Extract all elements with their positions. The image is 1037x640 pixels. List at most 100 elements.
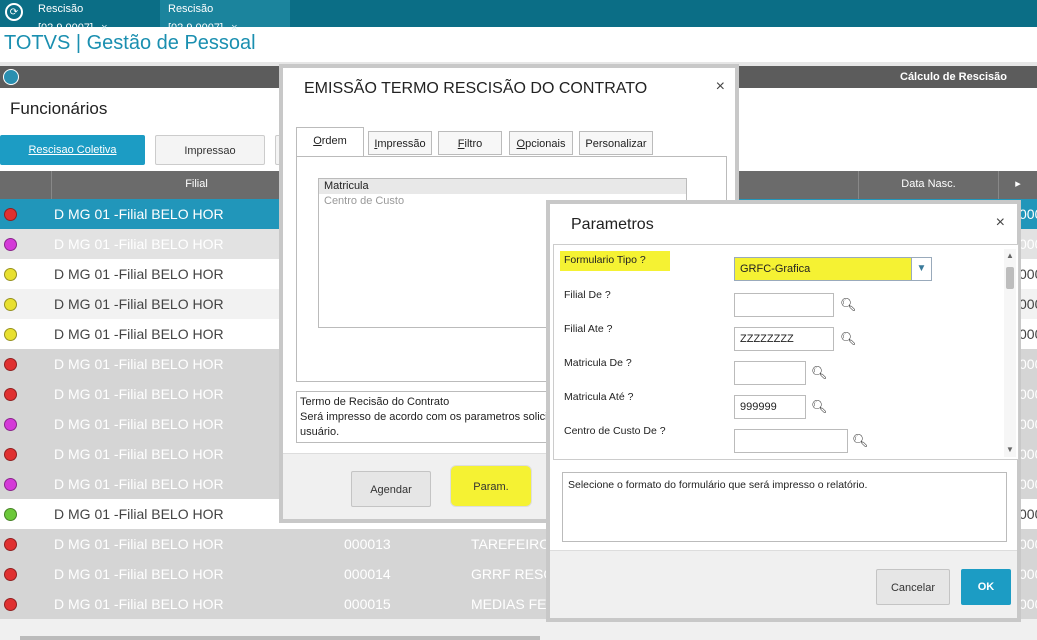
cell-data: 000 (1019, 416, 1037, 432)
matricula-de-input[interactable] (734, 361, 806, 385)
cell-data: 000 (1019, 206, 1037, 222)
cell-filial: D MG 01 -Filial BELO HOR (54, 536, 224, 552)
param-button[interactable]: Param. (450, 465, 532, 507)
close-icon[interactable]: × (716, 78, 725, 96)
formulario-tipo-select[interactable]: GRFC-Grafica ▼ (734, 257, 932, 281)
cell-data: 000 (1019, 596, 1037, 612)
horizontal-scrollbar[interactable] (20, 636, 540, 640)
cell-data: 000 (1019, 236, 1037, 252)
cell-filial: D MG 01 -Filial BELO HOR (54, 296, 224, 312)
search-icon[interactable]: 🔍︎ (840, 297, 857, 313)
column-header-data-nasc[interactable]: Data Nasc. (858, 171, 998, 199)
cell-data: 000 (1019, 536, 1037, 552)
tab-opcionais[interactable]: Opcionais (509, 131, 573, 155)
filial-ate-input[interactable]: ZZZZZZZZ (734, 327, 834, 351)
cell-filial: D MG 01 -Filial BELO HOR (54, 506, 224, 522)
matricula-ate-input[interactable]: 999999 (734, 395, 806, 419)
search-icon[interactable]: 🔍︎ (811, 399, 828, 415)
scroll-right-icon[interactable]: ▸ (998, 171, 1037, 199)
cell-descricao: TAREFEIRO (471, 536, 551, 552)
app-title: TOTVS | Gestão de Pessoal (4, 32, 256, 54)
routine-title: Cálculo de Rescisão (900, 71, 1007, 83)
cell-filial: D MG 01 -Filial BELO HOR (54, 386, 224, 402)
tab-label: iltro (464, 138, 483, 150)
tab-rescisao-1[interactable]: Rescisão [02.9.0007] × (30, 0, 160, 34)
list-item[interactable]: Matricula (319, 179, 686, 194)
status-dot-icon (4, 538, 17, 551)
home-icon[interactable]: ⟳ (5, 3, 23, 21)
centro-custo-de-input[interactable] (734, 429, 848, 453)
cell-filial: D MG 01 -Filial BELO HOR (54, 596, 224, 612)
totvs-logo-icon[interactable] (3, 69, 19, 85)
search-icon[interactable]: 🔍︎ (811, 365, 828, 381)
status-dot-icon (4, 478, 17, 491)
cell-data: 000 (1019, 326, 1037, 342)
cell-matricula: 000014 (344, 566, 391, 582)
tab-label: mpressão (377, 138, 426, 150)
tab-label: Rescisão [02.9.0007] (168, 3, 224, 34)
scroll-up-icon[interactable]: ▲ (1006, 251, 1014, 260)
cell-data: 000 (1019, 386, 1037, 402)
label-matricula-de: Matricula De ? (564, 357, 632, 369)
tab-filtro[interactable]: Filtro (438, 131, 502, 155)
status-dot-icon (4, 448, 17, 461)
cell-filial: D MG 01 -Filial BELO HOR (54, 566, 224, 582)
status-dot-icon (4, 598, 17, 611)
cell-filial: D MG 01 -Filial BELO HOR (54, 266, 224, 282)
chevron-down-icon[interactable]: ▼ (911, 258, 931, 280)
cell-data: 000 (1019, 356, 1037, 372)
cell-filial: D MG 01 -Filial BELO HOR (54, 416, 224, 432)
vertical-scrollbar[interactable]: ▲ ▼ (1004, 249, 1016, 457)
dialog-title: EMISSÃO TERMO RESCISÃO DO CONTRATO (304, 80, 648, 97)
cell-filial: D MG 01 -Filial BELO HOR (54, 326, 224, 342)
status-dot-icon (4, 298, 17, 311)
status-dot-icon (4, 238, 17, 251)
search-icon[interactable]: 🔍︎ (852, 433, 869, 449)
status-dot-icon (4, 208, 17, 221)
status-dot-icon (4, 418, 17, 431)
cell-descricao: MEDIAS FE (471, 596, 547, 612)
filial-de-input[interactable] (734, 293, 834, 317)
label-filial-ate: Filial Ate ? (564, 323, 613, 335)
label-matricula-ate: Matricula Até ? (564, 391, 634, 403)
rescisao-coletiva-button[interactable]: Rescisao Coletiva (0, 135, 145, 165)
parameter-help-text: Selecione o formato do formulário que se… (562, 472, 1007, 542)
status-dot-icon (4, 568, 17, 581)
tab-personalizar[interactable]: Personalizar (579, 131, 653, 155)
tab-impressao[interactable]: Impressão (368, 131, 432, 155)
close-icon[interactable]: × (996, 214, 1005, 232)
cell-data: 000 (1019, 506, 1037, 522)
cell-data: 000 (1019, 476, 1037, 492)
impressao-button[interactable]: Impressao (155, 135, 265, 165)
cancel-button[interactable]: Cancelar (876, 569, 950, 605)
tab-ordem[interactable]: Ordem (296, 127, 364, 157)
label-filial-de: Filial De ? (564, 289, 611, 301)
ok-button[interactable]: OK (961, 569, 1011, 605)
status-dot-icon (4, 328, 17, 341)
tab-accesskey: O (516, 138, 526, 150)
tab-label: pcionais (525, 138, 566, 150)
cell-filial: D MG 01 -Filial BELO HOR (54, 206, 224, 222)
tab-accesskey: O (313, 135, 322, 147)
select-value: GRFC-Grafica (740, 263, 811, 275)
tab-accesskey: F (457, 138, 465, 150)
tab-label: rdem (321, 135, 347, 147)
agendar-button[interactable]: Agendar (351, 471, 431, 507)
dialog-footer: Cancelar OK (550, 550, 1017, 618)
cell-data: 000 (1019, 566, 1037, 582)
label-formulario-tipo: Formulario Tipo ? (564, 254, 646, 266)
scroll-down-icon[interactable]: ▼ (1006, 445, 1014, 454)
label-centro-custo-de: Centro de Custo De ? (564, 425, 666, 437)
status-dot-icon (4, 388, 17, 401)
status-dot-icon (4, 508, 17, 521)
scroll-thumb[interactable] (1006, 267, 1014, 289)
tab-label: Rescisão [02.9.0007] (38, 3, 94, 34)
cell-filial: D MG 01 -Filial BELO HOR (54, 476, 224, 492)
parameter-list: Formulario Tipo ? GRFC-Grafica ▼ Filial … (553, 244, 1019, 460)
tab-rescisao-2[interactable]: Rescisão [02.9.0007] × (160, 0, 290, 34)
cell-filial: D MG 01 -Filial BELO HOR (54, 356, 224, 372)
cell-data: 000 (1019, 446, 1037, 462)
search-icon[interactable]: 🔍︎ (840, 331, 857, 347)
cell-data: 000 (1019, 266, 1037, 282)
cell-data: 000 (1019, 296, 1037, 312)
